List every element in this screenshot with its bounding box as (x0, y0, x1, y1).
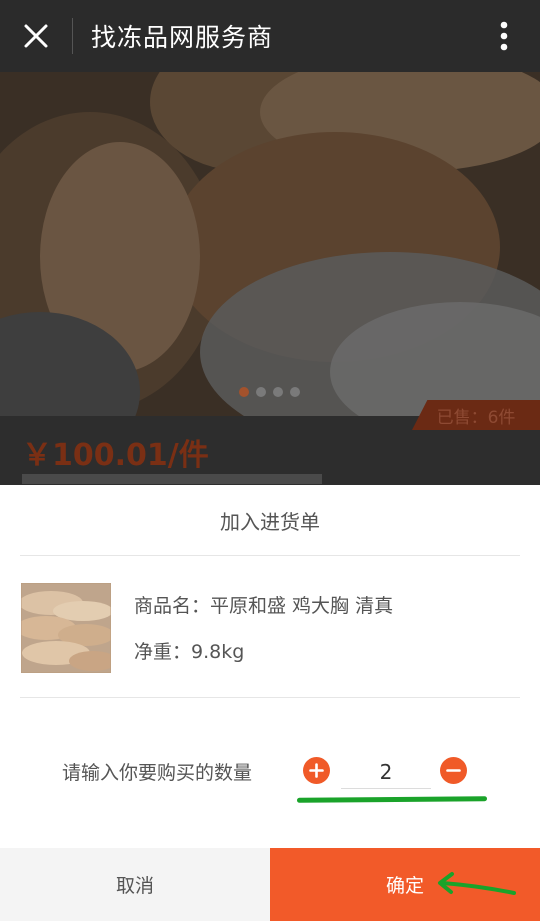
sold-badge: 已售：6件 (412, 400, 540, 430)
carousel-dot[interactable] (273, 387, 283, 397)
divider (20, 555, 520, 556)
product-price: ￥100.01/件 (22, 438, 209, 473)
chicken-breast-image (21, 583, 111, 673)
divider (20, 697, 520, 698)
header-divider (72, 18, 73, 54)
product-net-weight: 净重：9.8kg (134, 641, 245, 663)
annotation-arrow-icon (438, 872, 516, 895)
app-page: 找冻品网服务商 已售：6件 ￥100.01/件 加入进货单 商品名：平原和盛 鸡… (0, 0, 540, 921)
cancel-button[interactable]: 取消 (0, 848, 270, 921)
close-icon (24, 24, 48, 48)
carousel-dot[interactable] (239, 387, 249, 397)
confirm-label: 确定 (385, 875, 424, 897)
more-vertical-icon (500, 21, 508, 51)
close-button[interactable] (0, 0, 72, 72)
increase-quantity-button[interactable] (303, 757, 330, 784)
annotation-underline (296, 796, 488, 803)
carousel-dots (239, 387, 300, 397)
more-button[interactable] (482, 0, 526, 72)
carousel-dot[interactable] (290, 387, 300, 397)
add-to-cart-sheet: 加入进货单 商品名：平原和盛 鸡大胸 清真 净重：9.8kg 请输入你要购买的数… (0, 485, 540, 921)
minus-icon (446, 769, 461, 772)
product-name: 商品名：平原和盛 鸡大胸 清真 (134, 595, 394, 617)
product-image (0, 72, 540, 416)
product-subtitle (22, 474, 322, 484)
sheet-title: 加入进货单 (220, 509, 320, 534)
decrease-quantity-button[interactable] (440, 757, 467, 784)
top-bar: 找冻品网服务商 (0, 0, 540, 72)
quantity-input[interactable] (341, 755, 431, 789)
quantity-label: 请输入你要购买的数量 (62, 762, 253, 784)
plus-icon (309, 763, 324, 778)
page-title: 找冻品网服务商 (91, 23, 274, 52)
product-thumbnail (21, 583, 111, 673)
carousel-dot[interactable] (256, 387, 266, 397)
